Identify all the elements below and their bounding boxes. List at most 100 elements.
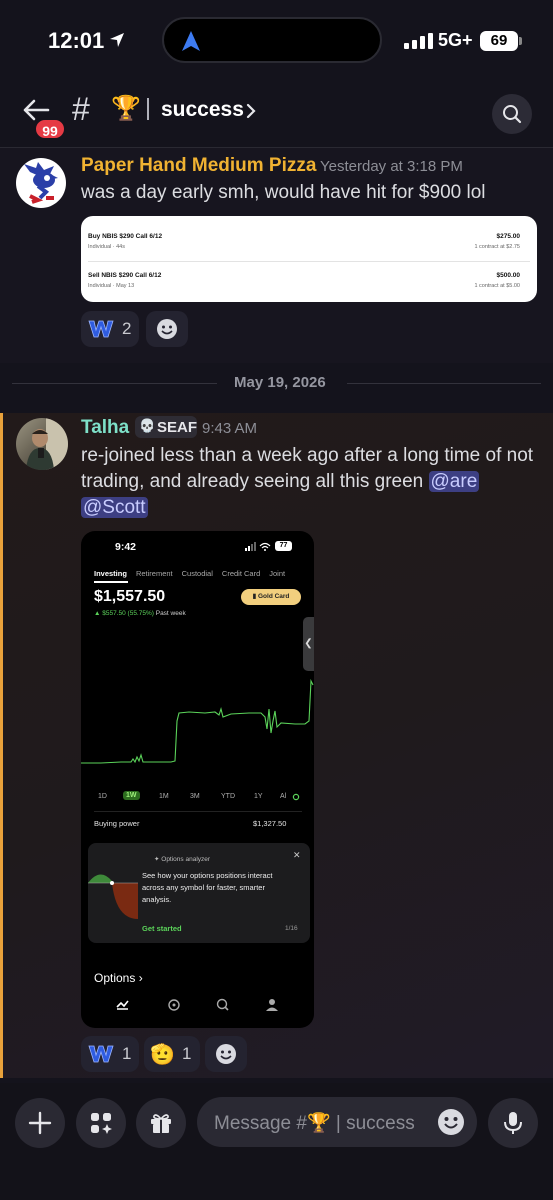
battery-tip xyxy=(519,37,522,45)
options-heading: Options › xyxy=(94,971,143,985)
range-3m: 3M xyxy=(190,793,200,800)
author-name[interactable]: Paper Hand Medium Pizza xyxy=(81,155,316,177)
trade-detail: 1 contract at $5.00 xyxy=(474,283,520,289)
user-photo-icon xyxy=(26,418,68,470)
smiley-icon xyxy=(216,1044,236,1064)
gold-card-pill: ▮ Gold Card xyxy=(241,589,301,605)
reaction-count: 1 xyxy=(182,1044,192,1063)
author-name[interactable]: Talha xyxy=(81,417,129,439)
trade-row: Sell NBIS $290 Call 6/12 Individual · Ma… xyxy=(88,264,530,302)
portfolio-gain: ▲ $557.50 (55.75%) Past week xyxy=(94,610,186,617)
trade-detail: 1 contract at $2.75 xyxy=(474,244,520,250)
portfolio-screenshot-image[interactable]: 9:42 77 Investing Retirement Custodial Cred… xyxy=(81,531,314,1028)
avatar-pizza[interactable] xyxy=(16,158,66,208)
range-1m: 1M xyxy=(159,793,169,800)
network-type: 5G+ xyxy=(438,30,473,50)
time-range-selector: 1D 1W 1M 3M YTD 1Y Al xyxy=(94,791,304,805)
shot-clock: 9:42 xyxy=(115,541,137,553)
channel-name[interactable]: success xyxy=(161,98,244,122)
message-pizza[interactable]: Paper Hand Medium Pizza Yesterday at 3:1… xyxy=(0,148,553,363)
trade-sub: Individual · 44s xyxy=(88,244,125,250)
trade-amount: $275.00 xyxy=(496,233,521,240)
card-body: See how your options positions interact … xyxy=(142,871,273,904)
sparkle-apps-icon xyxy=(91,1113,112,1134)
card-title: ✦ Options analyzer xyxy=(154,856,211,863)
gain-period: Past week xyxy=(155,610,186,617)
smiley-icon xyxy=(157,319,177,339)
gain-value: ▲ $557.50 (55.75%) xyxy=(94,610,154,617)
dynamic-island xyxy=(162,17,382,63)
reaction-w[interactable]: 1 xyxy=(81,1036,139,1072)
close-icon: ✕ xyxy=(293,850,301,860)
range-1y: 1Y xyxy=(254,793,263,800)
server-tag[interactable]: 💀 SEAF xyxy=(135,416,197,438)
status-bar: 12:01 5G+ 69 xyxy=(0,0,553,80)
add-reaction-button[interactable] xyxy=(205,1036,247,1072)
w-emoji-icon xyxy=(88,320,114,338)
gift-button[interactable] xyxy=(136,1098,186,1148)
tab-credit-card: Credit Card xyxy=(221,569,261,578)
trade-history-image[interactable]: Buy NBIS $290 Call 6/12 Individual · 44s… xyxy=(81,216,537,302)
divider xyxy=(88,261,530,262)
portfolio-line-chart xyxy=(81,678,314,764)
reaction-salute[interactable]: 🫡 1 xyxy=(144,1036,200,1072)
reaction-count: 2 xyxy=(122,319,132,338)
shot-signal-wifi-icon xyxy=(245,542,271,551)
reaction-w[interactable]: 2 xyxy=(81,311,139,347)
message-input[interactable]: Message #🏆 | success xyxy=(197,1097,477,1147)
mention-are[interactable]: @are xyxy=(428,471,480,492)
message-text: was a day early smh, would have hit for … xyxy=(81,182,486,203)
add-reaction-button[interactable] xyxy=(146,311,188,347)
avatar-talha[interactable] xyxy=(16,418,68,470)
date-text: May 19, 2026 xyxy=(234,374,326,391)
gold-card-label: Gold Card xyxy=(257,593,290,600)
voice-message-button[interactable] xyxy=(488,1098,538,1148)
attach-button[interactable] xyxy=(15,1098,65,1148)
date-divider: May 19, 2026 xyxy=(12,372,541,394)
trophy-icon: 🏆 xyxy=(111,95,141,122)
search-button[interactable] xyxy=(492,94,532,134)
w-emoji-icon xyxy=(88,1045,114,1063)
timestamp: Yesterday at 3:18 PM xyxy=(320,158,463,175)
clock: 12:01 xyxy=(48,28,105,53)
options-label: Options xyxy=(94,971,136,985)
emoji-picker-icon[interactable] xyxy=(437,1108,465,1136)
trade-title: Sell NBIS $290 Call 6/12 xyxy=(88,272,162,279)
chevron-right-icon[interactable] xyxy=(246,103,256,119)
channel-hash-icon: # xyxy=(72,91,90,127)
trade-title: Buy NBIS $290 Call 6/12 xyxy=(88,233,163,240)
buying-power-label: Buying power xyxy=(94,819,140,828)
get-started-link: Get started xyxy=(142,924,182,933)
range-ytd: YTD xyxy=(221,793,235,800)
search-icon xyxy=(503,105,522,124)
plus-icon xyxy=(28,1111,52,1135)
sonic-avatar-icon xyxy=(24,162,58,204)
skull-icon: 💀 xyxy=(139,418,156,433)
navigation-arrow-icon xyxy=(182,31,200,51)
channel-header: 99 # 🏆 success xyxy=(0,80,553,148)
timestamp: 9:43 AM xyxy=(202,420,258,437)
mention-scott[interactable]: @Scott xyxy=(81,497,148,518)
apps-button[interactable] xyxy=(76,1098,126,1148)
unread-badge: 99 xyxy=(34,118,66,140)
cellular-signal-icon xyxy=(404,33,433,49)
message-placeholder: Message #🏆 | success xyxy=(214,1113,415,1134)
tab-custodial: Custodial xyxy=(181,569,213,578)
message-composer: Message #🏆 | success xyxy=(0,1083,553,1200)
trade-sub: Individual · May 13 xyxy=(88,283,135,289)
shot-battery: 77 xyxy=(275,541,292,551)
salute-emoji-icon: 🫡 xyxy=(150,1044,175,1066)
options-analyzer-card: ✦ Options analyzer ✕ See how your option… xyxy=(88,843,310,943)
buying-power-value: $1,327.50 xyxy=(253,819,287,828)
bottom-nav-bar xyxy=(116,998,278,1011)
divider-line xyxy=(12,383,217,384)
reaction-count: 1 xyxy=(122,1044,132,1063)
gift-icon xyxy=(151,1114,171,1133)
card-title-text: Options analyzer xyxy=(161,856,211,863)
divider xyxy=(94,811,302,812)
tab-investing: Investing xyxy=(94,569,127,578)
server-tag-text: SEAF xyxy=(157,419,198,436)
portfolio-balance: $1,557.50 xyxy=(94,588,166,605)
message-talha[interactable]: Talha 💀 SEAF 9:43 AM re-joined less than… xyxy=(0,413,553,1078)
account-tabs: Investing Retirement Custodial Credit Card J… xyxy=(94,569,314,578)
